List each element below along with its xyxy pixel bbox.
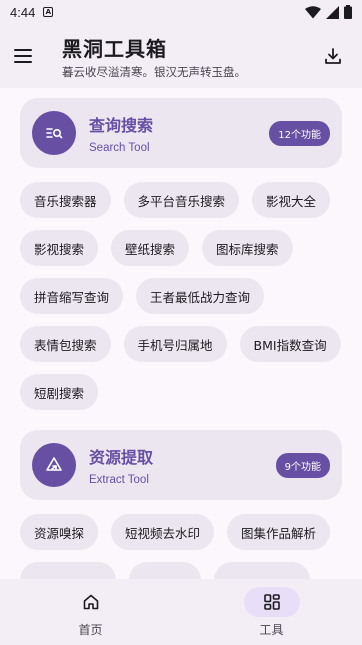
download-button[interactable] (318, 41, 348, 71)
grid-icon (263, 594, 280, 610)
nav-icon-container (63, 587, 119, 617)
menu-button[interactable] (14, 42, 42, 70)
extract-icon (32, 443, 76, 487)
nav-item-home[interactable]: 首页 (0, 579, 181, 638)
download-icon (325, 48, 341, 64)
notification-icon: A (43, 7, 54, 17)
tool-chip[interactable] (20, 562, 116, 579)
bottom-navigation: 首页 工具 (0, 579, 362, 645)
tool-chip[interactable]: 短剧搜索 (20, 374, 99, 410)
tool-chip[interactable]: 王者最低战力查询 (136, 278, 265, 314)
section-card-search[interactable]: 查询搜索 Search Tool 12个功能 (20, 98, 342, 168)
battery-icon (344, 5, 352, 19)
tool-chip[interactable]: 拼音缩写查询 (20, 278, 124, 314)
nav-label: 首页 (78, 623, 103, 637)
home-icon (83, 594, 98, 610)
section-subtitle: Search Tool (89, 142, 150, 154)
app-bar: 黑洞工具箱 暮云收尽溢清寒。银汉无声转玉盘。 (0, 24, 362, 88)
feature-count-badge: 9个功能 (275, 452, 330, 478)
tool-chip[interactable]: 图标库搜索 (202, 230, 293, 266)
status-time: 4:44 (10, 4, 36, 20)
tool-list[interactable]: 查询搜索 Search Tool 12个功能 音乐搜索器 多平台音乐搜索 影视大… (0, 88, 362, 579)
app-title: 黑洞工具箱 (62, 36, 167, 61)
tool-chip[interactable]: 多平台音乐搜索 (123, 182, 240, 218)
section-subtitle: Extract Tool (89, 474, 149, 486)
app-subtitle: 暮云收尽溢清寒。银汉无声转玉盘。 (62, 64, 246, 79)
status-bar: 4:44 A (0, 0, 362, 24)
tool-chip[interactable]: 表情包搜索 (20, 326, 111, 362)
nav-item-tools[interactable]: 工具 (181, 579, 362, 638)
tool-chip[interactable]: BMI指数查询 (239, 326, 341, 362)
chip-group-search: 音乐搜索器 多平台音乐搜索 影视大全 影视搜索 壁纸搜索 图标库搜索 拼音缩写查… (0, 168, 362, 410)
nav-icon-container (243, 587, 300, 617)
tool-chip[interactable]: 影视搜索 (20, 230, 99, 266)
search-list-icon (32, 111, 76, 155)
wifi-icon (305, 5, 321, 18)
section-card-extract[interactable]: 资源提取 Extract Tool 9个功能 (20, 430, 342, 500)
tool-chip[interactable] (214, 562, 310, 579)
section-title: 资源提取 (89, 448, 154, 467)
tool-chip[interactable]: 壁纸搜索 (111, 230, 190, 266)
tool-chip[interactable]: 影视大全 (252, 182, 331, 218)
feature-count-badge: 12个功能 (269, 120, 330, 146)
nav-label: 工具 (259, 623, 284, 637)
tool-chip[interactable]: 资源嗅探 (20, 514, 99, 550)
signal-icon (326, 5, 339, 19)
tool-chip[interactable]: 短视频去水印 (111, 514, 215, 550)
tool-chip[interactable]: 手机号归属地 (123, 326, 227, 362)
tool-chip[interactable]: 图集作品解析 (227, 514, 331, 550)
tool-chip[interactable]: 音乐搜索器 (20, 182, 111, 218)
tool-chip[interactable] (129, 562, 201, 579)
section-title: 查询搜索 (89, 116, 154, 135)
chip-group-extract: 资源嗅探 短视频去水印 图集作品解析 (0, 500, 362, 579)
title-block: 黑洞工具箱 暮云收尽溢清寒。银汉无声转玉盘。 (62, 33, 318, 80)
